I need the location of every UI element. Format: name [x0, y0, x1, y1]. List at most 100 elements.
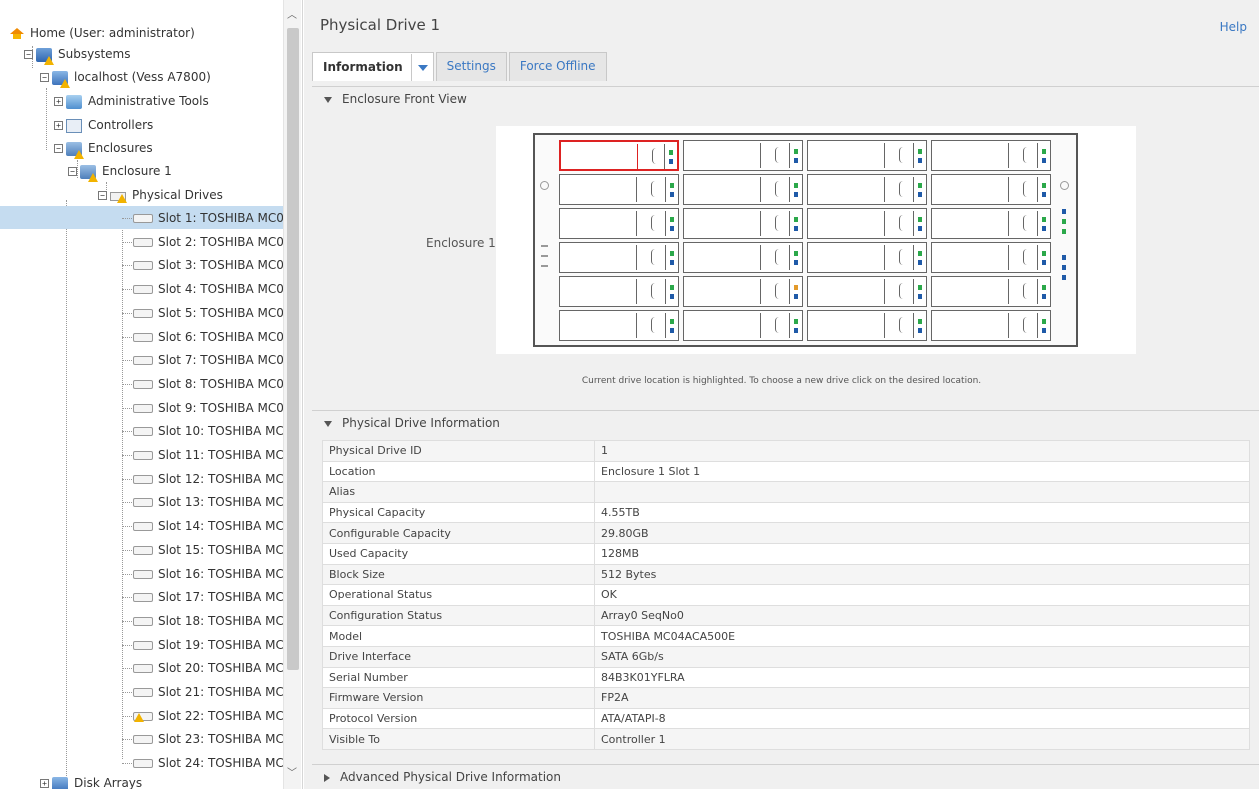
tree-item-slot-8[interactable]: Slot 8: TOSHIBA MC0	[133, 373, 284, 396]
tab-information[interactable]: Information	[312, 52, 434, 81]
drive-bay-14[interactable]	[683, 242, 803, 273]
activity-led	[670, 328, 674, 333]
table-row: Drive Interface SATA 6Gb/s	[322, 645, 1250, 668]
drive-bay-10[interactable]	[683, 208, 803, 239]
tree-item-slot-12[interactable]: Slot 12: TOSHIBA MC	[133, 468, 284, 491]
help-link[interactable]: Help	[1220, 20, 1247, 34]
drive-bay-17[interactable]	[559, 276, 679, 307]
activity-led	[670, 192, 674, 197]
tree-item-slot-17[interactable]: Slot 17: TOSHIBA MC	[133, 586, 284, 609]
drive-bay-23[interactable]	[807, 310, 927, 341]
expand-icon[interactable]: +	[54, 97, 63, 106]
tree-item-subsystems[interactable]: − Subsystems	[24, 43, 130, 66]
tree-item-slot-3[interactable]: Slot 3: TOSHIBA MC0	[133, 254, 284, 277]
expand-icon[interactable]: +	[40, 779, 49, 788]
property-name: Location	[322, 460, 595, 483]
collapse-icon[interactable]: −	[98, 191, 107, 200]
tree-item-home[interactable]: Home (User: administrator)	[10, 22, 195, 45]
collapse-icon[interactable]: −	[40, 73, 49, 82]
drive-bay-6[interactable]	[683, 174, 803, 205]
drive-led-panel	[1037, 143, 1049, 168]
section-header[interactable]: Physical Drive Information	[312, 411, 1259, 435]
scroll-down-icon[interactable]: ﹀	[287, 764, 297, 779]
drive-bay-11[interactable]	[807, 208, 927, 239]
status-led	[670, 217, 674, 222]
drive-led-panel	[664, 144, 676, 169]
collapse-icon[interactable]: −	[24, 50, 33, 59]
tree-item-slot-1[interactable]: Slot 1: TOSHIBA MC0	[133, 207, 284, 230]
drive-bay-22[interactable]	[683, 310, 803, 341]
tree-item-enclosures[interactable]: − Enclosures	[54, 137, 153, 160]
tree-item-slot-2[interactable]: Slot 2: TOSHIBA MC0	[133, 231, 284, 254]
table-row: Alias	[322, 481, 1250, 503]
drive-bay-7[interactable]	[807, 174, 927, 205]
drive-bay-1[interactable]	[559, 140, 679, 171]
drive-latch	[1008, 211, 1036, 236]
chevron-down-icon[interactable]	[410, 53, 433, 81]
scroll-up-icon[interactable]: ︿	[287, 6, 297, 21]
drive-bay-4[interactable]	[931, 140, 1051, 171]
tree-item-slot-20[interactable]: Slot 20: TOSHIBA MC	[133, 657, 284, 680]
drive-bay-3[interactable]	[807, 140, 927, 171]
drive-bay-19[interactable]	[807, 276, 927, 307]
chassis-right-ear	[1054, 137, 1074, 343]
tree-item-slot-11[interactable]: Slot 11: TOSHIBA MC	[133, 444, 284, 467]
tree-scrollbar[interactable]: ︿ ﹀	[283, 0, 301, 789]
tree-item-slot-22[interactable]: Slot 22: TOSHIBA MC	[133, 705, 284, 728]
drive-bay-18[interactable]	[683, 276, 803, 307]
tree-item-slot-7[interactable]: Slot 7: TOSHIBA MC0	[133, 349, 284, 372]
tree-item-physical-drives[interactable]: − Physical Drives	[98, 184, 223, 207]
drive-bay-21[interactable]	[559, 310, 679, 341]
activity-led	[918, 158, 922, 163]
drive-latch	[1008, 177, 1036, 202]
drive-bay-8[interactable]	[931, 174, 1051, 205]
section-header[interactable]: Advanced Physical Drive Information	[312, 765, 1259, 789]
tree-item-slot-21[interactable]: Slot 21: TOSHIBA MC	[133, 681, 284, 704]
section-header[interactable]: Enclosure Front View	[312, 87, 1259, 111]
tree-item-slot-16[interactable]: Slot 16: TOSHIBA MC	[133, 563, 284, 586]
tree-guide	[122, 431, 132, 433]
expand-icon[interactable]: +	[54, 121, 63, 130]
tree-item-slot-6[interactable]: Slot 6: TOSHIBA MC0	[133, 326, 284, 349]
drive-bay-5[interactable]	[559, 174, 679, 205]
tree-item-slot-15[interactable]: Slot 15: TOSHIBA MC	[133, 539, 284, 562]
drive-led-panel	[789, 279, 801, 304]
tree-item-slot-13[interactable]: Slot 13: TOSHIBA MC	[133, 491, 284, 514]
property-value: ATA/ATAPI-8	[594, 707, 1250, 730]
status-led	[918, 149, 922, 154]
tree-item-disk-arrays[interactable]: + Disk Arrays	[40, 772, 142, 789]
tree-item-slot-9[interactable]: Slot 9: TOSHIBA MC0	[133, 397, 284, 420]
drive-bay-12[interactable]	[931, 208, 1051, 239]
tree-item-slot-4[interactable]: Slot 4: TOSHIBA MC0	[133, 278, 284, 301]
tree-item-label: Slot 11: TOSHIBA MC	[158, 448, 284, 462]
drive-bay-9[interactable]	[559, 208, 679, 239]
tree-item-admin-tools[interactable]: + Administrative Tools	[54, 90, 209, 113]
tree-item-slot-19[interactable]: Slot 19: TOSHIBA MC	[133, 634, 284, 657]
tree-item-slot-18[interactable]: Slot 18: TOSHIBA MC	[133, 610, 284, 633]
tree-item-slot-14[interactable]: Slot 14: TOSHIBA MC	[133, 515, 284, 538]
tree-item-slot-24[interactable]: Slot 24: TOSHIBA MC	[133, 752, 284, 775]
activity-led	[918, 226, 922, 231]
tab-force-offline[interactable]: Force Offline	[508, 52, 607, 81]
drive-bay-15[interactable]	[807, 242, 927, 273]
drive-bay-2[interactable]	[683, 140, 803, 171]
enclosure-icon	[80, 164, 98, 182]
tree-item-slot-10[interactable]: Slot 10: TOSHIBA MC	[133, 420, 284, 443]
property-name: Configuration Status	[322, 604, 595, 627]
tab-settings[interactable]: Settings	[435, 52, 507, 81]
tree-item-slot-5[interactable]: Slot 5: TOSHIBA MC0	[133, 302, 284, 325]
tree-item-slot-23[interactable]: Slot 23: TOSHIBA MC	[133, 728, 284, 751]
drive-bay-16[interactable]	[931, 242, 1051, 273]
tree-item-enclosure-1[interactable]: − Enclosure 1	[68, 160, 172, 183]
collapse-icon[interactable]: −	[68, 167, 77, 176]
tree-item-controllers[interactable]: + Controllers	[54, 114, 153, 137]
tree-item-host[interactable]: − localhost (Vess A7800)	[40, 66, 211, 89]
scrollbar-thumb[interactable]	[287, 28, 299, 670]
property-value: 84B3K01YFLRA	[594, 666, 1250, 689]
collapse-icon[interactable]: −	[54, 144, 63, 153]
drive-bay-20[interactable]	[931, 276, 1051, 307]
drive-bay-13[interactable]	[559, 242, 679, 273]
chassis-left-ear	[537, 137, 557, 343]
drive-bay-24[interactable]	[931, 310, 1051, 341]
drive-icon	[133, 308, 153, 318]
